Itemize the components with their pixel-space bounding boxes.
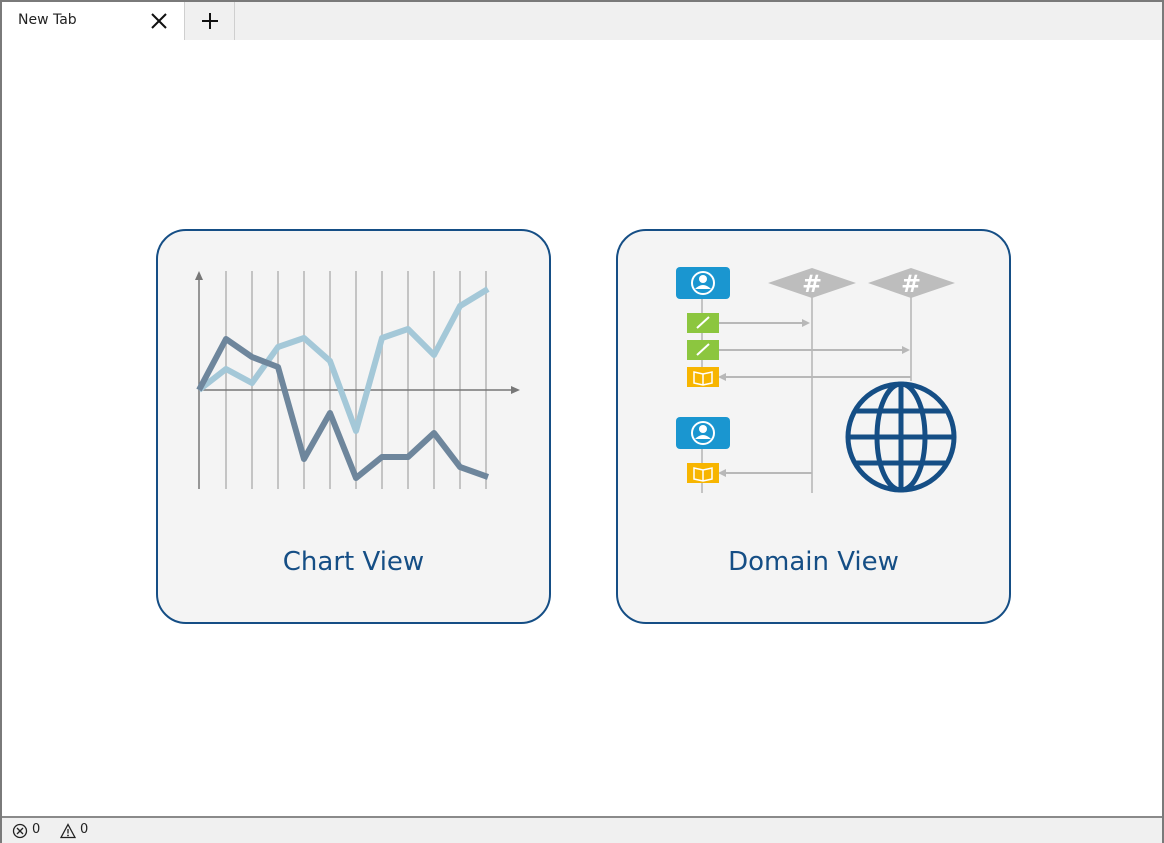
- plus-icon: [202, 13, 218, 29]
- warning-triangle-icon: [60, 823, 76, 839]
- tab-bar: New Tab: [2, 2, 1162, 40]
- svg-text:#: #: [802, 270, 822, 298]
- svg-text:#: #: [901, 270, 921, 298]
- domain-diagram-icon: # #: [676, 267, 957, 493]
- warnings-count[interactable]: 0: [60, 822, 100, 840]
- close-icon[interactable]: [148, 10, 170, 32]
- error-circle-icon: [12, 823, 28, 839]
- errors-count[interactable]: 0: [12, 822, 52, 840]
- status-bar: 0 0: [2, 816, 1162, 843]
- card-label: Chart View: [282, 547, 425, 577]
- app-window: New Tab Chart View # # Domain View 0 0: [0, 0, 1164, 843]
- domain-view-card[interactable]: # # Domain View: [616, 229, 1011, 624]
- line-chart-icon: [195, 271, 520, 489]
- chart-view-card[interactable]: Chart View: [156, 229, 551, 624]
- tab-new-tab[interactable]: New Tab: [2, 2, 185, 40]
- warnings-value: 0: [80, 822, 89, 837]
- tab-label: New Tab: [18, 12, 77, 28]
- new-tab-button[interactable]: [186, 2, 235, 40]
- errors-value: 0: [32, 822, 41, 837]
- card-label: Domain View: [728, 547, 899, 577]
